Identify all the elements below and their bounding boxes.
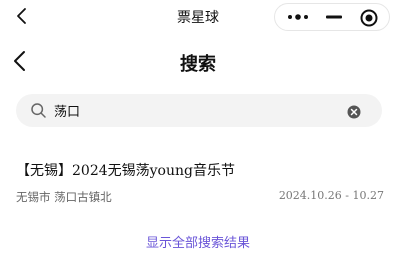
mini-program-title-bar: 票星球 (0, 0, 396, 32)
result-location: 无锡市 荡口古镇北 (16, 190, 112, 204)
capsule-menu (274, 3, 390, 31)
search-icon (30, 102, 47, 119)
minimize-icon (326, 15, 342, 19)
page-title: 搜索 (180, 54, 216, 75)
search-input[interactable] (54, 99, 334, 122)
close-circle-icon (360, 9, 378, 27)
clear-input-icon (347, 105, 361, 119)
search-page: 票星球 搜索 荡口 【无锡】2024无锡荡young音乐节 无锡市 荡口古镇北 … (0, 0, 396, 268)
result-title: 【无锡】2024无锡荡young音乐节 (16, 163, 235, 179)
page-header: 搜索 (0, 44, 396, 78)
minimize-button[interactable] (323, 8, 345, 26)
more-button[interactable] (285, 8, 311, 26)
result-date: 2024.10.26 - 10.27 (278, 189, 384, 202)
search-result-item[interactable]: 【无锡】2024无锡荡young音乐节 无锡市 荡口古镇北 2024.10.26… (16, 160, 384, 208)
show-all-results-link[interactable]: 显示全部搜索结果 (0, 232, 396, 251)
more-dots-icon (288, 14, 308, 20)
clear-input-button[interactable] (347, 104, 361, 119)
search-bar[interactable] (16, 94, 382, 127)
close-miniprogram-button[interactable] (359, 8, 379, 28)
